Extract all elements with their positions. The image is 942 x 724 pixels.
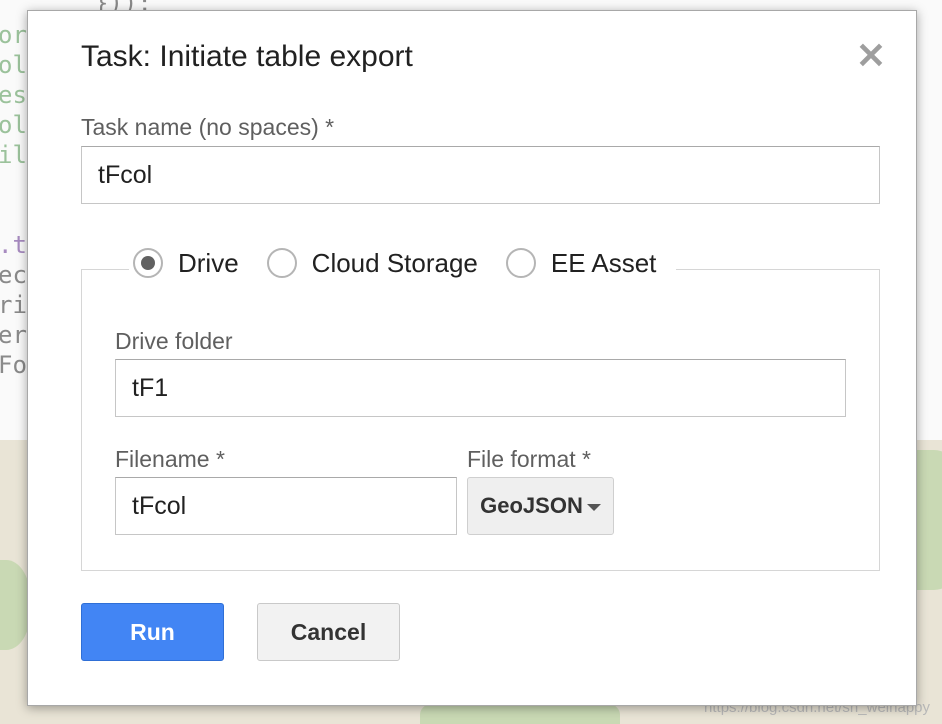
code-line: er — [0, 321, 27, 349]
radio-option-cloud-storage[interactable]: Cloud Storage — [266, 247, 478, 279]
dropdown-caret-icon — [586, 503, 601, 511]
radio-label-drive: Drive — [178, 247, 239, 278]
code-line: ol — [0, 51, 27, 79]
code-line: .t — [0, 231, 27, 259]
drive-folder-input[interactable] — [115, 359, 846, 417]
destination-radio-group: Drive Cloud Storage EE Asset — [129, 243, 677, 283]
code-line: ec — [0, 261, 27, 289]
radio-label-cloud-storage: Cloud Storage — [311, 247, 478, 278]
task-name-input[interactable] — [81, 146, 880, 204]
file-format-label: File format * — [467, 446, 591, 472]
dialog-title: Task: Initiate table export — [81, 40, 413, 73]
close-icon[interactable]: ✕ — [854, 38, 888, 74]
file-format-value: GeoJSON — [480, 493, 583, 518]
task-name-label: Task name (no spaces) * — [81, 114, 335, 140]
filename-label: Filename * — [115, 446, 225, 472]
export-task-dialog: Task: Initiate table export ✕ Task name … — [27, 10, 917, 706]
file-format-select[interactable]: GeoJSON — [467, 477, 614, 535]
code-line: es — [0, 81, 27, 109]
code-line: Fo — [0, 351, 27, 379]
radio-option-ee-asset[interactable]: EE Asset — [505, 247, 657, 279]
drive-folder-label: Drive folder — [115, 328, 233, 354]
code-line: or — [0, 21, 27, 49]
cancel-button[interactable]: Cancel — [257, 603, 400, 661]
code-line: ol — [0, 111, 27, 139]
radio-button-checked[interactable] — [133, 248, 163, 278]
radio-button[interactable] — [266, 248, 297, 278]
code-line: il — [0, 141, 27, 169]
radio-label-ee-asset: EE Asset — [550, 247, 657, 278]
radio-button[interactable] — [505, 248, 536, 278]
run-button[interactable]: Run — [81, 603, 224, 661]
code-line: ri — [0, 291, 27, 319]
radio-option-drive[interactable]: Drive — [133, 248, 239, 279]
filename-input[interactable] — [115, 477, 457, 535]
